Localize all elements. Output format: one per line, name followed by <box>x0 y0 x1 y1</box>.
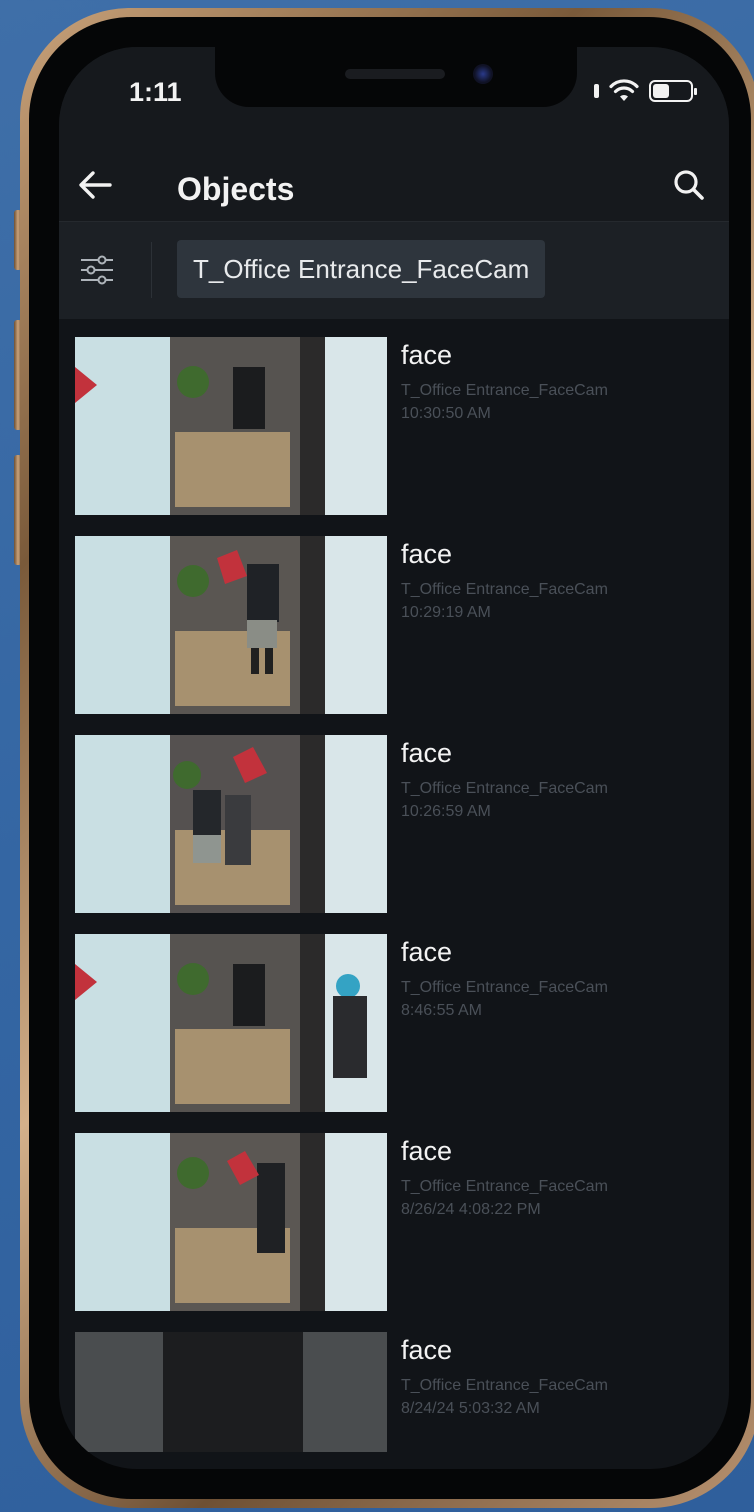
object-type: face <box>401 340 453 370</box>
arrow-left-icon <box>79 171 112 199</box>
status-bar: 1:11 <box>59 47 729 131</box>
object-type: face <box>401 937 453 967</box>
divider <box>151 242 152 298</box>
camera-name: T_Office Entrance_FaceCam <box>401 1178 608 1195</box>
list-item[interactable]: face T_Office Entrance_FaceCam 8:46:55 A… <box>75 934 729 1112</box>
camera-filter-chip[interactable]: T_Office Entrance_FaceCam <box>177 240 546 298</box>
notch <box>215 47 577 107</box>
thumbnail-image <box>75 536 387 714</box>
thumbnail-image <box>75 934 387 1112</box>
sliders-icon <box>81 255 113 285</box>
filter-bar: T_Office Entrance_FaceCam <box>59 221 729 319</box>
object-type: face <box>401 539 453 569</box>
page-title: Objects <box>177 171 295 207</box>
camera-name: T_Office Entrance_FaceCam <box>401 1377 608 1394</box>
status-icons <box>594 79 697 103</box>
app-screen: 1:11 Objects T_Office Entrance_FaceCam f… <box>59 47 729 1469</box>
battery-icon <box>649 80 697 102</box>
filter-button[interactable] <box>77 250 117 290</box>
status-time: 1:11 <box>129 77 182 107</box>
camera-name: T_Office Entrance_FaceCam <box>401 780 608 797</box>
detection-time: 10:30:50 AM <box>401 405 491 422</box>
object-type: face <box>401 738 453 768</box>
detection-time: 8/24/24 5:03:32 AM <box>401 1400 540 1417</box>
thumbnail-image <box>75 1332 387 1452</box>
signal-icon <box>594 84 599 98</box>
camera-name: T_Office Entrance_FaceCam <box>401 382 608 399</box>
search-button[interactable] <box>667 163 711 207</box>
object-type: face <box>401 1136 453 1166</box>
thumbnail-image <box>75 735 387 913</box>
detection-time: 8/26/24 4:08:22 PM <box>401 1201 541 1218</box>
front-camera <box>473 64 493 84</box>
detection-time: 10:26:59 AM <box>401 803 491 820</box>
back-button[interactable] <box>73 163 117 207</box>
phone-bezel: 1:11 Objects T_Office Entrance_FaceCam f… <box>29 17 751 1499</box>
list-item[interactable]: face T_Office Entrance_FaceCam 10:30:50 … <box>75 337 729 515</box>
thumbnail-image <box>75 1133 387 1311</box>
thumbnail-image <box>75 337 387 515</box>
list-item[interactable]: face T_Office Entrance_FaceCam 10:26:59 … <box>75 735 729 913</box>
list-item[interactable]: face T_Office Entrance_FaceCam 10:29:19 … <box>75 536 729 714</box>
camera-name: T_Office Entrance_FaceCam <box>401 979 608 996</box>
detection-time: 8:46:55 AM <box>401 1002 482 1019</box>
wifi-icon <box>609 79 639 101</box>
earpiece-speaker <box>345 69 445 79</box>
list-item[interactable]: face T_Office Entrance_FaceCam 8/26/24 4… <box>75 1133 729 1311</box>
detection-time: 10:29:19 AM <box>401 604 491 621</box>
camera-name: T_Office Entrance_FaceCam <box>401 581 608 598</box>
list-item[interactable]: face T_Office Entrance_FaceCam 8/24/24 5… <box>75 1332 729 1469</box>
phone-frame: 1:11 Objects T_Office Entrance_FaceCam f… <box>20 8 754 1508</box>
object-type: face <box>401 1335 453 1365</box>
search-icon <box>674 170 704 200</box>
